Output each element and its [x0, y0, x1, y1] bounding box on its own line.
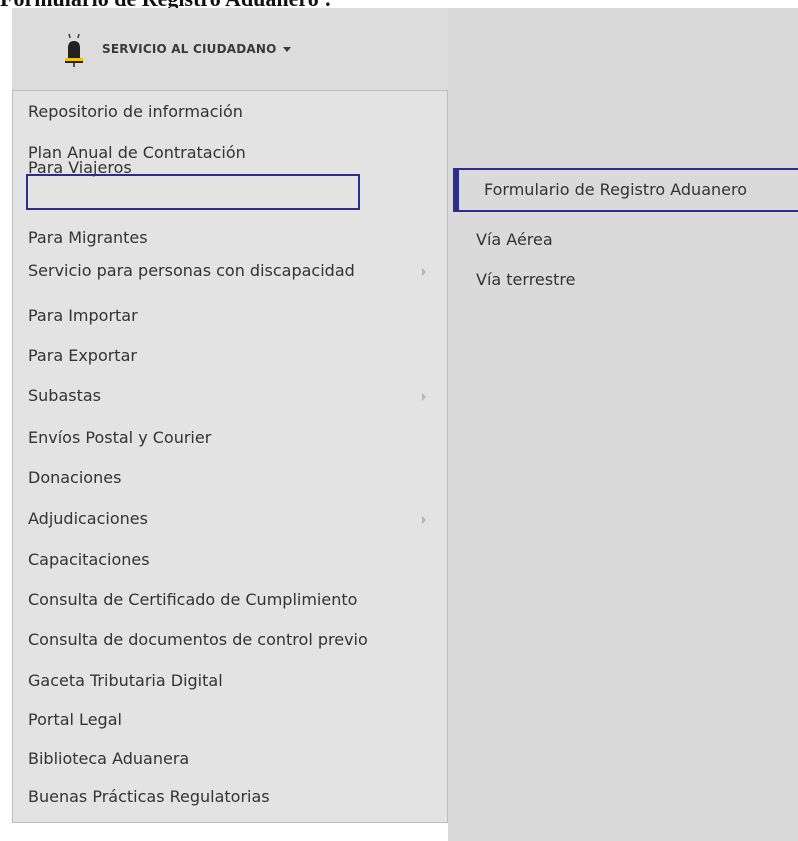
caret-down-icon [282, 47, 291, 52]
chevron-right-icon [422, 516, 426, 524]
menu-item-control-previo[interactable]: Consulta de documentos de control previo [28, 624, 368, 656]
submenu-item-formulario[interactable]: Formulario de Registro Aduanero [484, 174, 747, 206]
menu-header-label: SERVICIO AL CIUDADANO [102, 42, 291, 56]
menu-item-buenas-practicas[interactable]: Buenas Prácticas Regulatorias [28, 781, 270, 813]
menu-item-para-exportar[interactable]: Para Exportar [28, 340, 137, 372]
submenu-item-via-aerea[interactable]: Vía Aérea [476, 224, 553, 256]
menu-item-envios[interactable]: Envíos Postal y Courier [28, 422, 211, 454]
selection-highlight-box [26, 174, 360, 210]
menu-item-discapacidad[interactable]: Servicio para personas con discapacidad [28, 255, 355, 287]
menu-header-button[interactable]: SERVICIO AL CIUDADANO [12, 8, 448, 90]
menu-item-portal-legal[interactable]: Portal Legal [28, 704, 122, 736]
chevron-right-icon [422, 393, 426, 401]
menu-item-repositorio[interactable]: Repositorio de información [28, 96, 243, 128]
menu-item-capacitaciones[interactable]: Capacitaciones [28, 544, 150, 576]
menu-item-para-importar[interactable]: Para Importar [28, 300, 138, 332]
menu-item-biblioteca[interactable]: Biblioteca Aduanera [28, 743, 189, 775]
chevron-right-icon [422, 268, 426, 276]
menu-item-gaceta[interactable]: Gaceta Tributaria Digital [28, 665, 223, 697]
menu-item-certificado[interactable]: Consulta de Certificado de Cumplimiento [28, 584, 357, 616]
menu-item-para-migrantes[interactable]: Para Migrantes [28, 222, 148, 254]
menu-item-adjudicaciones[interactable]: Adjudicaciones [28, 503, 148, 535]
bell-icon [65, 33, 83, 67]
menu-item-subastas[interactable]: Subastas [28, 380, 101, 412]
submenu-item-via-terrestre[interactable]: Vía terrestre [476, 264, 575, 296]
menu-item-donaciones[interactable]: Donaciones [28, 462, 121, 494]
submenu-panel [448, 8, 798, 841]
